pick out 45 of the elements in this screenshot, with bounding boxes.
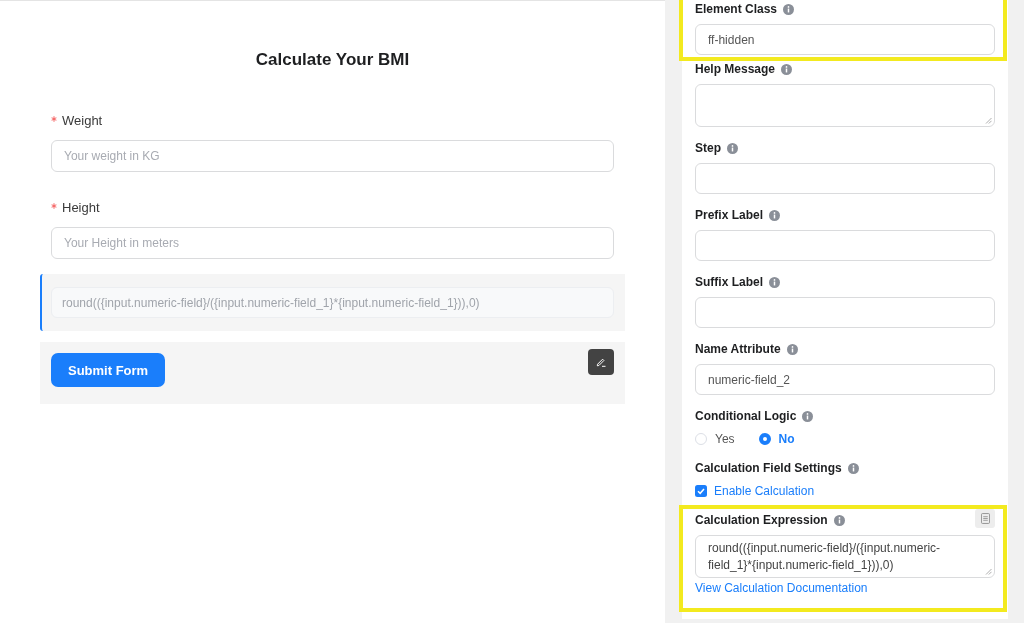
field-label: Element Class (695, 1, 778, 17)
edit-button[interactable] (588, 349, 614, 375)
field-block[interactable]: Weight Your weight in KG (40, 100, 625, 185)
info-icon[interactable] (802, 410, 814, 422)
field-label: Calculation Expression (695, 512, 828, 528)
input-field[interactable] (695, 297, 995, 328)
field-label: Calculation Field Settings (695, 460, 842, 476)
checkbox-option[interactable]: Enable Calculation (695, 483, 815, 499)
input-field[interactable] (695, 163, 995, 194)
info-icon[interactable] (727, 142, 738, 154)
field-label: Name Attribute (695, 341, 781, 357)
info-icon[interactable] (783, 3, 795, 15)
input-field[interactable]: numeric-field_2 (695, 364, 995, 395)
field-label: Conditional Logic (695, 408, 797, 424)
selected-field-block[interactable]: round(({input.numeric-field}/({input.numeric-field_1}*{input.numeric-field_1})),0) (40, 274, 625, 331)
document-icon (980, 512, 990, 524)
field-block[interactable]: Height Your Height in meters (40, 187, 625, 272)
info-icon[interactable] (769, 209, 781, 221)
documentation-link[interactable]: View Calculation Documentation (695, 580, 868, 596)
pen-icon (595, 356, 607, 368)
resize-grip-icon[interactable] (985, 568, 992, 575)
resize-grip-icon[interactable] (985, 117, 992, 124)
input-field[interactable]: Your Height in meters (51, 227, 614, 259)
radio-option[interactable]: No (758, 431, 795, 447)
input-field[interactable]: Your weight in KG (51, 140, 614, 172)
field-label: Step (695, 140, 721, 156)
field-label: Height (62, 200, 100, 216)
expression-field[interactable]: round(({input.numeric-field}/({input.numeric-field_1}*{input.numeric-field_1})),0) (695, 535, 995, 578)
textarea-field[interactable] (695, 84, 995, 127)
info-icon[interactable] (847, 462, 859, 474)
calculation-field[interactable]: round(({input.numeric-field}/({input.numeric-field_1}*{input.numeric-field_1})),0) (51, 287, 614, 318)
submit-button[interactable]: Submit Form (51, 353, 166, 387)
info-icon[interactable] (769, 276, 780, 288)
field-label: Help Message (695, 61, 776, 77)
input-field[interactable]: ff-hidden (695, 24, 995, 55)
input-field[interactable] (695, 230, 995, 261)
info-icon[interactable] (786, 343, 798, 355)
field-label: Weight (62, 113, 103, 129)
field-label: Suffix Label (695, 274, 763, 290)
radio-option[interactable]: Yes (695, 431, 735, 447)
form-title: Calculate Your BMI (255, 49, 410, 71)
info-icon[interactable] (833, 514, 845, 526)
document-button[interactable] (975, 508, 995, 528)
info-icon[interactable] (781, 63, 793, 75)
field-label: Prefix Label (695, 207, 764, 223)
